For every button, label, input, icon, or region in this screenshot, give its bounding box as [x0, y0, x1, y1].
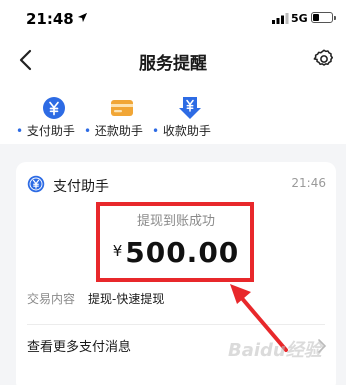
status-time: 21:48 [26, 10, 74, 28]
download-yuan-icon [179, 97, 201, 119]
status-bar: 21:48 5G [0, 0, 346, 38]
card-timestamp: 21:46 [291, 176, 326, 190]
shortcut-payment-assistant[interactable]: • 支付助手 [16, 92, 90, 140]
nav-bar: 服务提醒 [0, 38, 346, 82]
network-type: 5G [291, 12, 308, 25]
assistant-shortcuts: • 支付助手 • 还款助手 • 收款助手 [0, 82, 346, 144]
shortcut-label: • 收款助手 [152, 124, 211, 138]
page-title: 服务提醒 [139, 54, 207, 74]
location-arrow-icon [77, 12, 88, 23]
yuan-coin-icon [27, 175, 45, 193]
signal-icon [272, 13, 289, 24]
shortcut-collection-assistant[interactable]: • 收款助手 [152, 92, 226, 140]
detail-value: 提现-快速提现 [88, 292, 165, 306]
detail-label: 交易内容 [27, 292, 76, 306]
view-more-label: 查看更多支付消息 [27, 340, 132, 355]
yuan-coin-icon [43, 97, 65, 119]
card-title: 支付助手 [53, 179, 109, 195]
watermark: Baidu经验 [228, 340, 322, 361]
battery-icon [311, 12, 336, 23]
card-icon [111, 100, 133, 116]
gear-icon[interactable] [313, 48, 335, 70]
shortcut-label: • 支付助手 [16, 124, 75, 138]
highlight-box [96, 202, 254, 282]
shortcut-repayment-assistant[interactable]: • 还款助手 [84, 92, 158, 140]
shortcut-label: • 还款助手 [84, 124, 143, 138]
